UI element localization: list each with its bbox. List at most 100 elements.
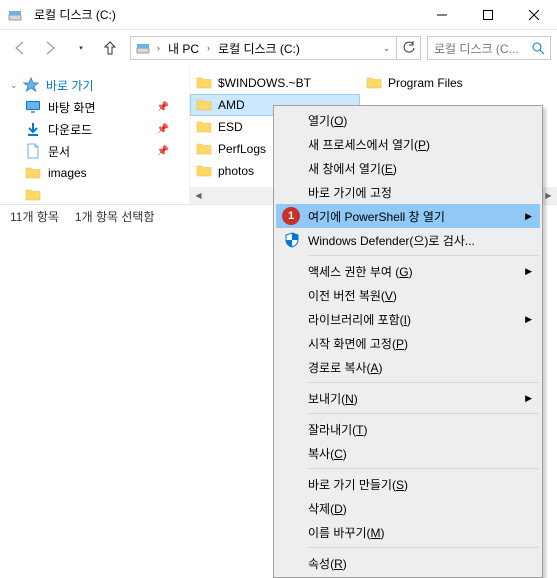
chevron-right-icon[interactable]: › bbox=[203, 43, 214, 53]
sidebar-item[interactable]: images bbox=[0, 162, 189, 184]
folder-icon bbox=[24, 165, 42, 181]
close-button[interactable] bbox=[511, 0, 557, 30]
folder-icon bbox=[196, 119, 212, 135]
up-button[interactable] bbox=[96, 34, 124, 62]
sidebar-item[interactable] bbox=[0, 184, 189, 206]
breadcrumb-segment[interactable]: 로컬 디스크 (C:) bbox=[214, 37, 304, 59]
sidebar-item[interactable]: 바탕 화면 📌 bbox=[0, 96, 189, 118]
navbar: ▾ › 내 PC › 로컬 디스크 (C:) ⌄ 로컬 디스크 (C... bbox=[0, 30, 557, 66]
menu-item[interactable]: 보내기(N)▶ bbox=[276, 386, 540, 410]
menu-item-label: 액세스 권한 부여 (G) bbox=[308, 263, 413, 280]
sidebar-item-label: 바로 가기 bbox=[46, 77, 94, 94]
menu-item-label: 보내기(N) bbox=[308, 390, 358, 407]
menu-item[interactable]: 라이브러리에 포함(I) ▶ bbox=[276, 307, 540, 331]
menu-item[interactable]: 바로 가기에 고정 bbox=[276, 180, 540, 204]
status-item-count: 11개 항목 bbox=[10, 208, 59, 225]
menu-item[interactable]: 잘라내기(T) bbox=[276, 417, 540, 441]
badge-icon: 1 bbox=[282, 207, 300, 225]
menu-item[interactable]: 새 창에서 열기(E) bbox=[276, 156, 540, 180]
menu-separator bbox=[308, 255, 539, 256]
menu-item[interactable]: 열기(O) bbox=[276, 108, 540, 132]
sidebar-item-label: 다운로드 bbox=[48, 121, 92, 138]
sidebar: ⌄ 바로 가기 바탕 화면 📌 다운로드 📌 문서 📌 images bbox=[0, 66, 190, 204]
address-dropdown-button[interactable]: ⌄ bbox=[376, 43, 396, 54]
search-icon[interactable] bbox=[526, 42, 550, 55]
menu-separator bbox=[308, 547, 539, 548]
pin-icon: 📌 bbox=[157, 124, 169, 135]
drive-icon bbox=[135, 40, 151, 56]
folder-icon bbox=[196, 141, 212, 157]
menu-item-label: 이전 버전 복원(V) bbox=[308, 287, 397, 304]
maximize-button[interactable] bbox=[465, 0, 511, 30]
chevron-right-icon: ▶ bbox=[525, 266, 532, 277]
menu-item-label: 시작 화면에 고정(P) bbox=[308, 335, 408, 352]
sidebar-item[interactable]: 다운로드 📌 bbox=[0, 118, 189, 140]
menu-item[interactable]: 경로로 복사(A) bbox=[276, 355, 540, 379]
file-item[interactable]: Program Files bbox=[360, 72, 469, 94]
file-name: AMD bbox=[218, 98, 245, 112]
folder-icon bbox=[366, 75, 382, 91]
menu-item-label: 이름 바꾸기(M) bbox=[308, 524, 385, 541]
refresh-button[interactable] bbox=[396, 37, 420, 59]
status-selection-count: 1개 항목 선택함 bbox=[75, 208, 155, 225]
search-placeholder: 로컬 디스크 (C... bbox=[428, 40, 526, 57]
menu-item-label: 여기에 PowerShell 창 열기 bbox=[308, 208, 445, 225]
menu-item[interactable]: 시작 화면에 고정(P) bbox=[276, 331, 540, 355]
menu-item-label: 속성(R) bbox=[308, 555, 347, 572]
menu-item-label: 새 창에서 열기(E) bbox=[308, 160, 397, 177]
star-icon bbox=[22, 77, 40, 93]
menu-item[interactable]: 이름 바꾸기(M) bbox=[276, 520, 540, 544]
minimize-button[interactable] bbox=[419, 0, 465, 30]
menu-item-label: Windows Defender(으)로 검사... bbox=[308, 232, 475, 249]
file-name: ESD bbox=[218, 120, 243, 134]
chevron-right-icon: ▶ bbox=[525, 211, 532, 222]
file-name: Program Files bbox=[388, 76, 463, 90]
menu-item[interactable]: Windows Defender(으)로 검사... bbox=[276, 228, 540, 252]
search-input[interactable]: 로컬 디스크 (C... bbox=[427, 36, 551, 60]
file-item[interactable]: $WINDOWS.~BT bbox=[190, 72, 360, 94]
back-button[interactable] bbox=[6, 34, 34, 62]
file-name: photos bbox=[218, 164, 254, 178]
menu-item[interactable]: 속성(R) bbox=[276, 551, 540, 575]
sidebar-item-label: 문서 bbox=[48, 143, 70, 160]
file-name: PerfLogs bbox=[218, 142, 266, 156]
shield-icon bbox=[284, 232, 300, 248]
chevron-right-icon: ▶ bbox=[525, 314, 532, 325]
context-menu: 열기(O) 새 프로세스에서 열기(P) 새 창에서 열기(E) 바로 가기에 고정 1… bbox=[273, 105, 543, 578]
menu-item-label: 바로 가기 만들기(S) bbox=[308, 476, 408, 493]
menu-separator bbox=[308, 468, 539, 469]
forward-button[interactable] bbox=[36, 34, 64, 62]
chevron-down-icon[interactable]: ⌄ bbox=[10, 80, 22, 91]
sidebar-item-label: 바탕 화면 bbox=[48, 99, 96, 116]
menu-item[interactable]: 새 프로세스에서 열기(P) bbox=[276, 132, 540, 156]
sidebar-item-label: images bbox=[48, 166, 87, 180]
menu-item[interactable]: 복사(C) bbox=[276, 441, 540, 465]
folder-icon bbox=[196, 163, 212, 179]
menu-item[interactable]: 삭제(D) bbox=[276, 496, 540, 520]
menu-separator bbox=[308, 413, 539, 414]
menu-item[interactable]: 이전 버전 복원(V) bbox=[276, 283, 540, 307]
menu-item[interactable]: 액세스 권한 부여 (G) ▶ bbox=[276, 259, 540, 283]
recent-button[interactable]: ▾ bbox=[66, 34, 94, 62]
menu-item-label: 복사(C) bbox=[308, 445, 347, 462]
address-bar[interactable]: › 내 PC › 로컬 디스크 (C:) ⌄ bbox=[130, 36, 421, 60]
breadcrumb-segment[interactable]: 내 PC bbox=[164, 37, 203, 59]
menu-item-label: 열기(O) bbox=[308, 112, 347, 129]
folder-icon bbox=[24, 187, 42, 203]
menu-item-label: 잘라내기(T) bbox=[308, 421, 368, 438]
chevron-right-icon[interactable]: › bbox=[153, 43, 164, 53]
pin-icon: 📌 bbox=[157, 102, 169, 113]
menu-item[interactable]: 1 여기에 PowerShell 창 열기 ▶ bbox=[276, 204, 540, 228]
window-title: 로컬 디스크 (C:) bbox=[30, 6, 419, 23]
menu-item[interactable]: 바로 가기 만들기(S) bbox=[276, 472, 540, 496]
pin-icon: 📌 bbox=[157, 146, 169, 157]
menu-item-label: 라이브러리에 포함(I) bbox=[308, 311, 411, 328]
sidebar-quick-access[interactable]: ⌄ 바로 가기 bbox=[0, 74, 189, 96]
menu-item-label: 경로로 복사(A) bbox=[308, 359, 383, 376]
menu-item-label: 새 프로세스에서 열기(P) bbox=[308, 136, 430, 153]
desktop-icon bbox=[24, 99, 42, 115]
downloads-icon bbox=[24, 121, 42, 137]
menu-item-label: 바로 가기에 고정 bbox=[308, 184, 392, 201]
sidebar-item[interactable]: 문서 📌 bbox=[0, 140, 189, 162]
scroll-left-button[interactable]: ◀ bbox=[190, 187, 207, 204]
